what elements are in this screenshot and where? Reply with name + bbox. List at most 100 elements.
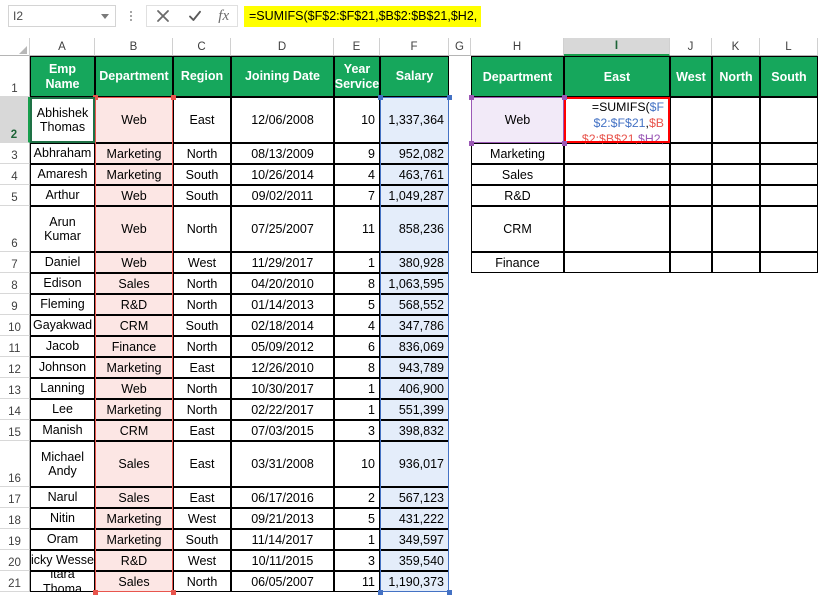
column-header-D[interactable]: D <box>231 38 334 56</box>
cell-D7[interactable]: 11/29/2017 <box>231 252 334 273</box>
row-header-12[interactable]: 12 <box>0 357 30 378</box>
column-header-A[interactable]: A <box>30 38 95 56</box>
cell-F7[interactable]: 380,928 <box>380 252 449 273</box>
cell-C5[interactable]: South <box>173 185 231 206</box>
cell-E6[interactable]: 11 <box>334 206 380 252</box>
cell-D6[interactable]: 07/25/2007 <box>231 206 334 252</box>
cell-B11[interactable]: Finance <box>95 336 173 357</box>
cell-F5[interactable]: 1,049,287 <box>380 185 449 206</box>
cell-C3[interactable]: North <box>173 143 231 164</box>
cell-C8[interactable]: North <box>173 273 231 294</box>
cell-D12[interactable]: 12/26/2010 <box>231 357 334 378</box>
cell-D3[interactable]: 08/13/2009 <box>231 143 334 164</box>
cell-C11[interactable]: North <box>173 336 231 357</box>
cell-A12[interactable]: Johnson <box>30 357 95 378</box>
cell-D15[interactable]: 07/03/2015 <box>231 420 334 441</box>
right-header-J[interactable]: West <box>670 56 712 97</box>
cell-I5[interactable] <box>564 185 670 206</box>
cell-C7[interactable]: West <box>173 252 231 273</box>
cell-B5[interactable]: Web <box>95 185 173 206</box>
cell-B10[interactable]: CRM <box>95 315 173 336</box>
cell-C14[interactable]: North <box>173 399 231 420</box>
row-header-18[interactable]: 18 <box>0 508 30 529</box>
cell-L3[interactable] <box>760 143 818 164</box>
column-header-F[interactable]: F <box>380 38 449 56</box>
cell-F16[interactable]: 936,017 <box>380 441 449 487</box>
left-header-B[interactable]: Department <box>95 56 173 97</box>
row-header-5[interactable]: 5 <box>0 185 30 206</box>
cell-A10[interactable]: Gayakwad <box>30 315 95 336</box>
cell-E15[interactable]: 3 <box>334 420 380 441</box>
cell-D11[interactable]: 05/09/2012 <box>231 336 334 357</box>
cell-J2[interactable] <box>670 97 712 143</box>
cell-L6[interactable] <box>760 206 818 252</box>
cell-A11[interactable]: Jacob <box>30 336 95 357</box>
cell-L4[interactable] <box>760 164 818 185</box>
cell-C19[interactable]: South <box>173 529 231 550</box>
cell-C21[interactable]: North <box>173 571 231 592</box>
cell-A5[interactable]: Arthur <box>30 185 95 206</box>
cell-F14[interactable]: 551,399 <box>380 399 449 420</box>
select-all-corner[interactable] <box>0 38 30 56</box>
close-icon[interactable] <box>155 8 171 24</box>
cell-J6[interactable] <box>670 206 712 252</box>
cell-A8[interactable]: Edison <box>30 273 95 294</box>
left-header-F[interactable]: Salary <box>380 56 449 97</box>
row-header-21[interactable]: 21 <box>0 571 30 592</box>
cell-D5[interactable]: 09/02/2011 <box>231 185 334 206</box>
cell-D10[interactable]: 02/18/2014 <box>231 315 334 336</box>
cell-E14[interactable]: 1 <box>334 399 380 420</box>
cell-H2[interactable]: Web <box>471 97 564 143</box>
cell-E11[interactable]: 6 <box>334 336 380 357</box>
cell-K7[interactable] <box>712 252 760 273</box>
left-header-A[interactable]: Emp Name <box>30 56 95 97</box>
left-header-E[interactable]: Year Service <box>334 56 380 97</box>
cell-F19[interactable]: 349,597 <box>380 529 449 550</box>
cell-B4[interactable]: Marketing <box>95 164 173 185</box>
cell-C15[interactable]: East <box>173 420 231 441</box>
column-header-G[interactable]: G <box>449 38 471 56</box>
cell-B19[interactable]: Marketing <box>95 529 173 550</box>
cell-A2[interactable]: Abhishek Thomas <box>30 97 95 143</box>
cell-A15[interactable]: Manish <box>30 420 95 441</box>
formula-input[interactable]: =SUMIFS($F$2:$F$21,$B$2:$B$21,$H2, <box>244 5 810 27</box>
cell-J5[interactable] <box>670 185 712 206</box>
cell-C9[interactable]: North <box>173 294 231 315</box>
cell-B3[interactable]: Marketing <box>95 143 173 164</box>
cell-I7[interactable] <box>564 252 670 273</box>
row-header-1[interactable]: 1 <box>0 56 30 97</box>
right-header-L[interactable]: South <box>760 56 818 97</box>
cell-A21[interactable]: itara Thoma <box>30 571 95 592</box>
cell-B20[interactable]: R&D <box>95 550 173 571</box>
cell-A19[interactable]: Oram <box>30 529 95 550</box>
cell-E18[interactable]: 5 <box>334 508 380 529</box>
cell-F10[interactable]: 347,786 <box>380 315 449 336</box>
cell-A17[interactable]: Narul <box>30 487 95 508</box>
cell-J7[interactable] <box>670 252 712 273</box>
cell-E10[interactable]: 4 <box>334 315 380 336</box>
cell-K6[interactable] <box>712 206 760 252</box>
cell-B15[interactable]: CRM <box>95 420 173 441</box>
cell-D8[interactable]: 04/20/2010 <box>231 273 334 294</box>
cell-A3[interactable]: Abhraham <box>30 143 95 164</box>
check-icon[interactable] <box>187 8 203 24</box>
cell-C2[interactable]: East <box>173 97 231 143</box>
row-header-6[interactable]: 6 <box>0 206 30 252</box>
left-header-D[interactable]: Joining Date <box>231 56 334 97</box>
cell-F11[interactable]: 836,069 <box>380 336 449 357</box>
cell-F12[interactable]: 943,789 <box>380 357 449 378</box>
cell-D21[interactable]: 06/05/2007 <box>231 571 334 592</box>
cell-B14[interactable]: Marketing <box>95 399 173 420</box>
cell-D9[interactable]: 01/14/2013 <box>231 294 334 315</box>
cell-F9[interactable]: 568,552 <box>380 294 449 315</box>
cell-D19[interactable]: 11/14/2017 <box>231 529 334 550</box>
cell-E17[interactable]: 2 <box>334 487 380 508</box>
cell-A6[interactable]: Arun Kumar <box>30 206 95 252</box>
column-header-I[interactable]: I <box>564 38 670 56</box>
cell-F20[interactable]: 359,540 <box>380 550 449 571</box>
cell-H3[interactable]: Marketing <box>471 143 564 164</box>
cell-K5[interactable] <box>712 185 760 206</box>
cell-K4[interactable] <box>712 164 760 185</box>
cell-D14[interactable]: 02/22/2017 <box>231 399 334 420</box>
row-header-7[interactable]: 7 <box>0 252 30 273</box>
